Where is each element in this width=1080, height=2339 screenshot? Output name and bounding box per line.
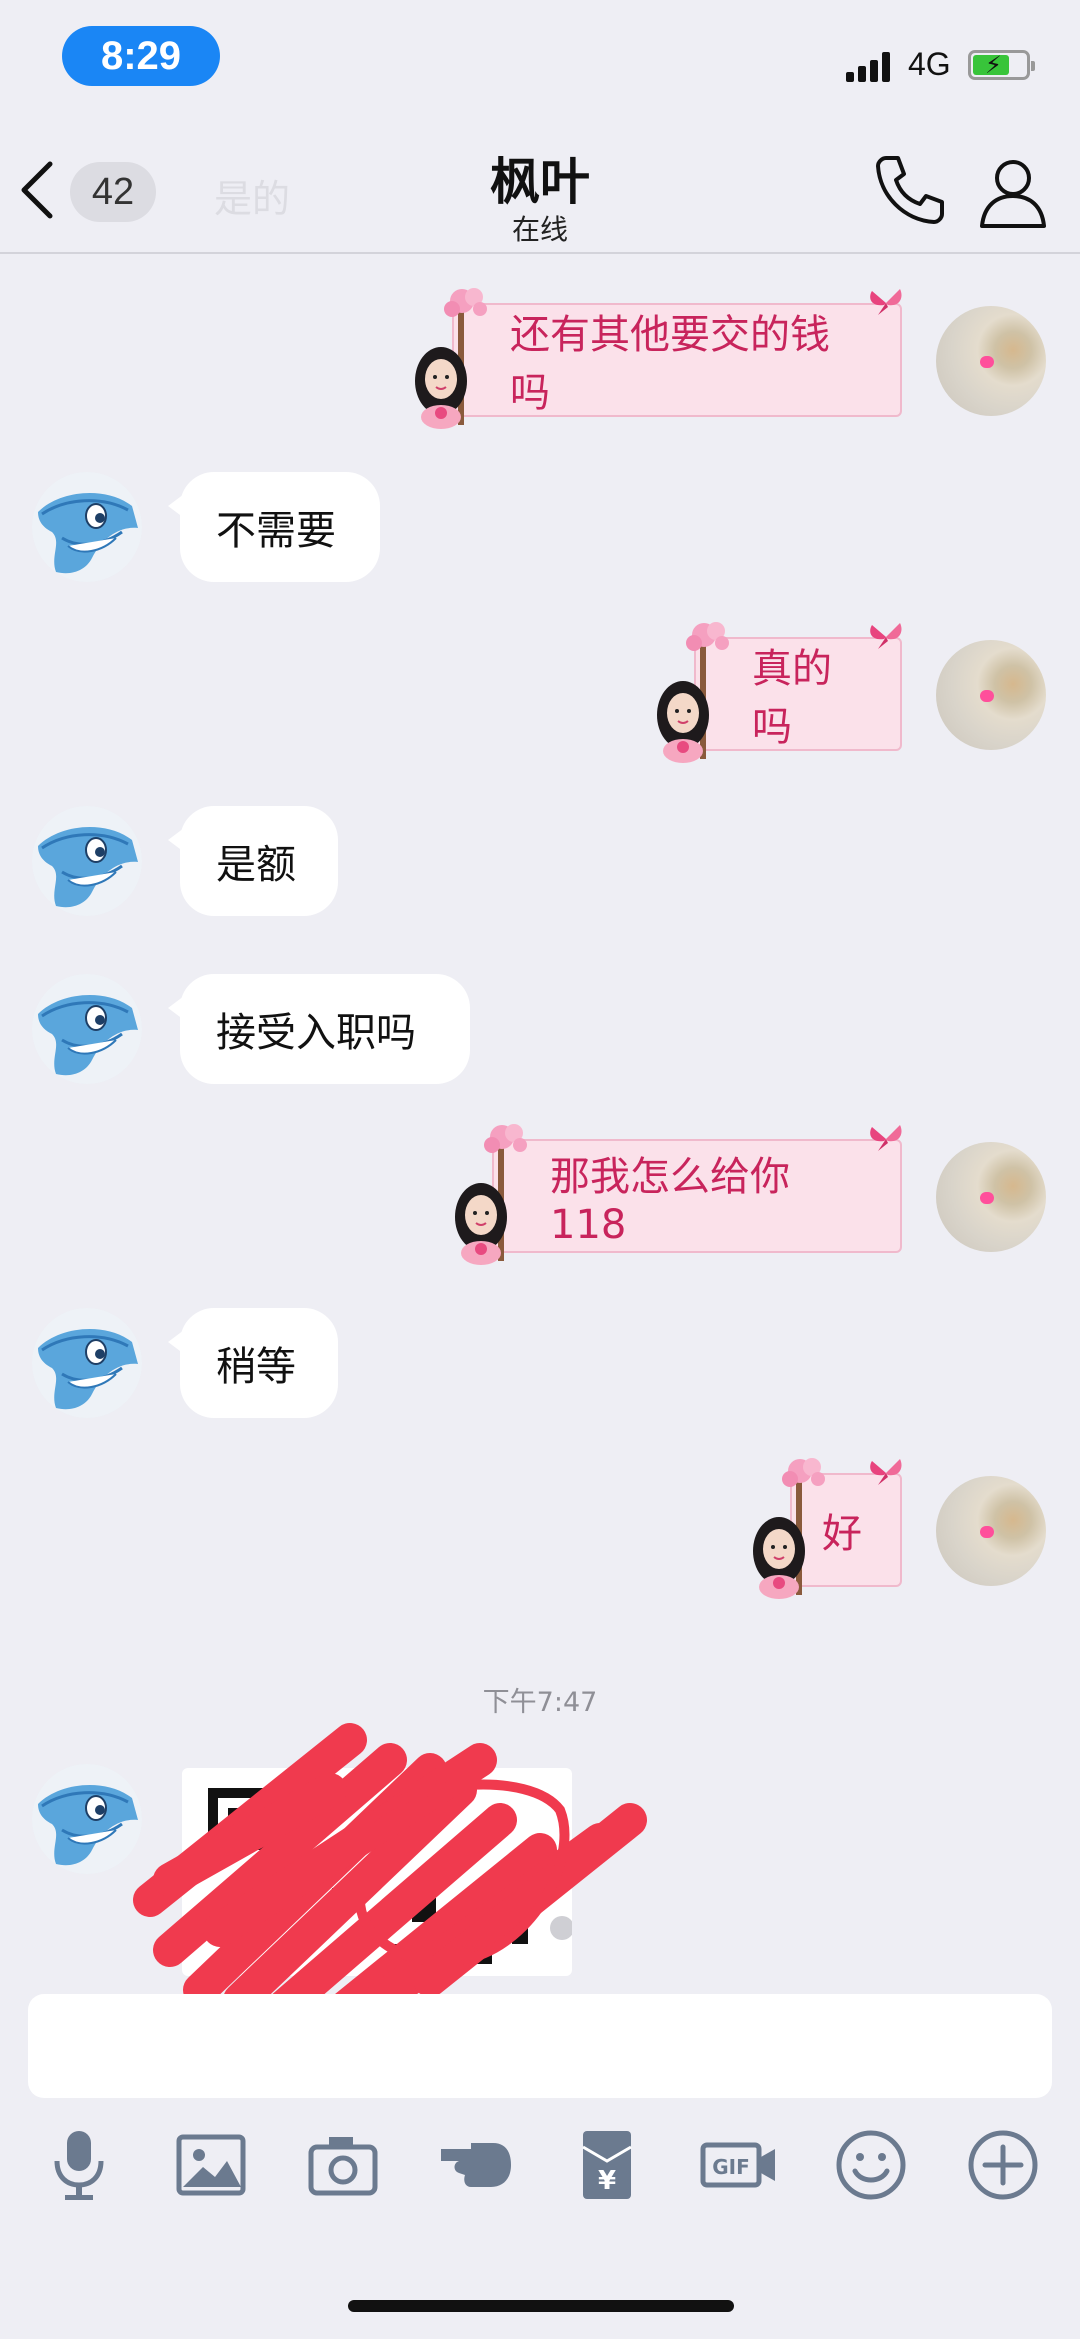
message-text: 真的吗 — [752, 646, 832, 750]
profile-icon[interactable] — [978, 156, 1048, 228]
message-bubble-received[interactable]: 稍等 — [168, 1308, 338, 1418]
input-toolbar: ¥ GIF — [0, 2120, 1080, 2230]
girl-sticker-icon — [414, 346, 468, 429]
camera-icon[interactable] — [298, 2120, 388, 2210]
girl-sticker-icon — [656, 680, 710, 763]
message-input[interactable] — [28, 1994, 1052, 2098]
message-bubble-received[interactable]: 是额 — [168, 806, 338, 916]
emoji-icon[interactable] — [826, 2120, 916, 2210]
message-bubble-sent[interactable]: 还有其他要交的钱吗 — [414, 288, 902, 429]
image-icon[interactable] — [166, 2120, 256, 2210]
poke-hand-icon[interactable] — [430, 2120, 520, 2210]
my-avatar[interactable] — [936, 1142, 1046, 1252]
contact-avatar[interactable] — [32, 1764, 142, 1874]
contact-avatar[interactable] — [32, 1308, 142, 1418]
butterfly-icon — [870, 1459, 902, 1485]
microphone-icon[interactable] — [34, 2120, 124, 2210]
my-avatar[interactable] — [936, 1476, 1046, 1586]
home-indicator[interactable] — [348, 2300, 734, 2312]
message-bubble-sent[interactable]: 那我怎么给你118 — [454, 1124, 902, 1265]
plus-icon[interactable] — [958, 2120, 1048, 2210]
phone-icon[interactable] — [872, 152, 948, 228]
contact-avatar[interactable] — [32, 974, 142, 1084]
red-envelope-icon[interactable]: ¥ — [562, 2120, 652, 2210]
status-time: 8:29 — [62, 26, 220, 86]
my-avatar[interactable] — [936, 306, 1046, 416]
chat-header: 42 是的 枫叶 在线 — [0, 130, 1080, 254]
signal-icon — [846, 50, 896, 82]
svg-text:¥: ¥ — [598, 2166, 616, 2196]
network-type: 4G — [908, 46, 951, 82]
girl-sticker-icon — [752, 1516, 806, 1599]
svg-text:GIF: GIF — [712, 2155, 750, 2179]
message-text: 接受入职吗 — [216, 1010, 416, 1056]
my-avatar[interactable] — [936, 640, 1046, 750]
butterfly-icon — [870, 623, 902, 649]
butterfly-icon — [870, 1125, 902, 1151]
girl-sticker-icon — [454, 1182, 508, 1265]
message-text: 稍等 — [216, 1344, 296, 1390]
message-text: 还有其他要交的钱吗 — [510, 312, 830, 416]
battery-icon: ⚡ — [968, 50, 1035, 80]
message-bubble-sent[interactable]: 真的吗 — [656, 622, 902, 763]
gif-icon[interactable]: GIF — [694, 2120, 784, 2210]
contact-avatar[interactable] — [32, 806, 142, 916]
butterfly-icon — [870, 289, 902, 315]
message-bubble-received[interactable]: 不需要 — [168, 472, 380, 582]
message-text: 好 — [822, 1511, 862, 1557]
contact-avatar[interactable] — [32, 472, 142, 582]
message-text: 不需要 — [216, 508, 336, 554]
message-text: 是额 — [216, 842, 296, 888]
message-bubble-received[interactable]: 接受入职吗 — [168, 974, 470, 1084]
red-scribble-redaction — [133, 1723, 647, 2037]
message-bubble-sent[interactable]: 好 — [752, 1458, 902, 1599]
message-text: 那我怎么给你118 — [550, 1154, 790, 1248]
